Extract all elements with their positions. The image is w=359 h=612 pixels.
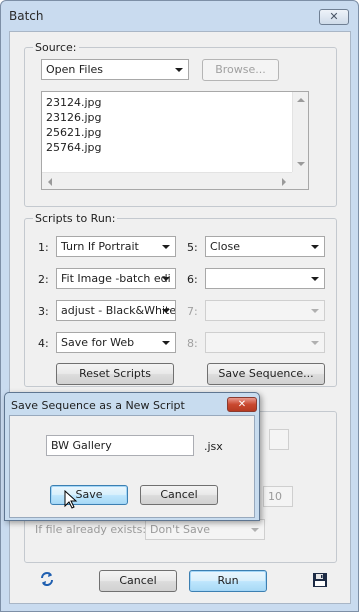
list-item[interactable]: 25764.jpg [46,141,102,154]
floppy-disk-icon[interactable] [312,572,328,588]
scroll-down-icon[interactable] [297,162,305,166]
script-slot-number: 3: [38,305,49,318]
mouse-cursor-icon [64,489,78,510]
list-item[interactable]: 23124.jpg [46,96,102,109]
script-slot-6-select[interactable] [205,268,325,289]
chevron-down-icon [162,309,170,313]
source-select[interactable]: Open Files [41,59,189,80]
script-slot-number: 2: [38,273,49,286]
script-slot-4-select[interactable]: Save for Web [56,332,176,353]
scroll-right-icon[interactable] [282,178,286,186]
cancel-button[interactable]: Cancel [99,570,177,592]
destination-field[interactable] [269,429,289,450]
scripts-label: Scripts to Run: [33,212,118,225]
script-name-input[interactable]: BW Gallery [46,435,194,456]
horizontal-scrollbar[interactable] [42,172,292,189]
list-item[interactable]: 23126.jpg [46,111,102,124]
extension-label: .jsx [204,440,223,453]
dialog-save-button[interactable]: Save [50,485,128,505]
script-slot-number: 5: [187,241,198,254]
chevron-down-icon [311,245,319,249]
source-file-list[interactable]: 23124.jpg 23126.jpg 25621.jpg 25764.jpg [41,91,309,190]
window-title: Batch [9,9,44,23]
chevron-down-icon [311,309,319,313]
script-slot-3-select[interactable]: adjust - Black&White [56,300,176,321]
script-slot-value: adjust - Black&White [61,304,176,317]
chevron-down-icon [162,245,170,249]
if-exists-select[interactable]: Don't Save [145,519,265,540]
dialog-client: BW Gallery .jsx Save Cancel [9,415,255,518]
vertical-scrollbar[interactable] [292,92,308,172]
scripts-group: Scripts to Run: 1: Turn If Portrait 2: F… [24,212,337,387]
if-exists-value: Don't Save [150,523,211,536]
script-slot-number: 8: [187,337,198,350]
save-sequence-button[interactable]: Save Sequence... [207,363,325,385]
run-button[interactable]: Run [189,570,267,592]
refresh-icon[interactable] [38,570,56,588]
script-slot-number: 4: [38,337,49,350]
chevron-down-icon [311,277,319,281]
window-close-button[interactable]: ✕ [319,9,349,25]
source-label: Source: [33,41,79,54]
script-slot-5-select[interactable]: Close [205,236,325,257]
source-select-value: Open Files [46,63,104,76]
chevron-down-icon [311,341,319,345]
chevron-down-icon [162,341,170,345]
chevron-down-icon [162,277,170,281]
script-slot-number: 7: [187,305,198,318]
script-slot-2-select[interactable]: Fit Image -batch edi [56,268,176,289]
if-exists-label: If file already exists: [35,523,147,536]
script-slot-8-select[interactable] [205,332,325,353]
dialog-cancel-button[interactable]: Cancel [140,485,218,505]
dialog-close-button[interactable]: ✕ [227,397,257,412]
scroll-left-icon[interactable] [48,178,52,186]
script-slot-value: Fit Image -batch edi [61,272,171,285]
script-slot-number: 1: [38,241,49,254]
chevron-down-icon [175,68,183,72]
script-slot-7-select[interactable] [205,300,325,321]
script-slot-value: Save for Web [61,336,135,349]
save-sequence-dialog: Save Sequence as a New Script ✕ BW Galle… [4,392,260,521]
scroll-up-icon[interactable] [297,98,305,102]
script-slot-value: Close [210,240,240,253]
batch-window: Batch ✕ Source: Open Files Browse... 231… [0,0,359,612]
list-item[interactable]: 25621.jpg [46,126,102,139]
source-group: Source: Open Files Browse... 23124.jpg 2… [24,41,337,207]
script-slot-number: 6: [187,273,198,286]
scrollbar-corner [292,172,308,189]
reset-scripts-button[interactable]: Reset Scripts [56,363,174,385]
browse-button[interactable]: Browse... [202,59,279,81]
dialog-title: Save Sequence as a New Script [11,399,185,412]
number-field[interactable]: 10 [263,486,293,507]
chevron-down-icon [251,528,259,532]
script-slot-1-select[interactable]: Turn If Portrait [56,236,176,257]
script-slot-value: Turn If Portrait [61,240,139,253]
